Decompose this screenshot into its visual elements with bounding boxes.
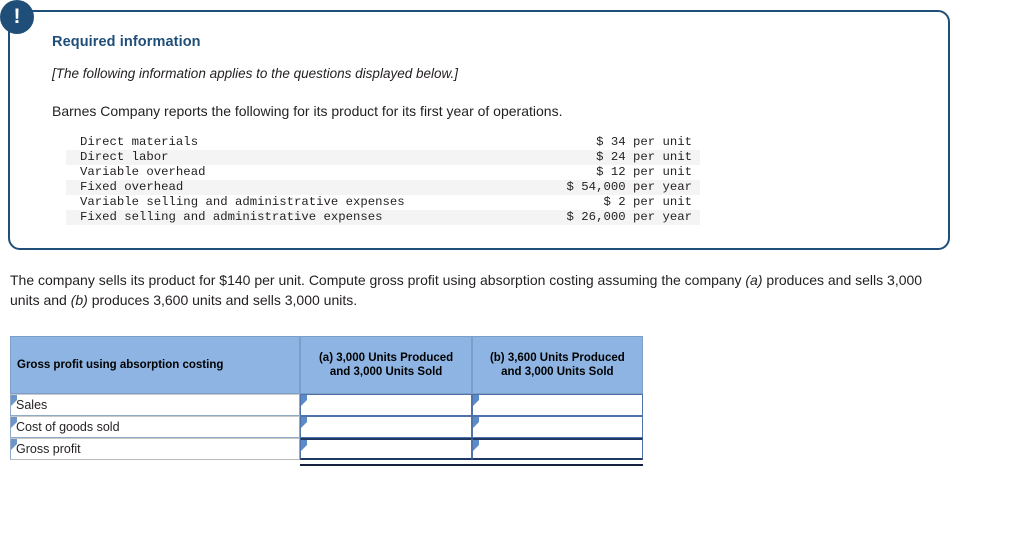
cost-value: $ 34 per unit: [596, 135, 692, 149]
cost-value: $ 24 per unit: [596, 150, 692, 164]
row-label-cost-of-goods-sold[interactable]: Cost of goods sold: [10, 416, 301, 438]
row-label-text: Cost of goods sold: [16, 420, 120, 434]
required-information-panel: Required information [The following info…: [8, 10, 950, 250]
cost-data-table: Direct materials $ 34 per unit Direct la…: [66, 135, 700, 225]
table-row: Fixed selling and administrative expense…: [66, 210, 700, 225]
page-title: Required information: [52, 34, 201, 50]
row-label-gross-profit[interactable]: Gross profit: [10, 438, 301, 460]
header-cell-title: Gross profit using absorption costing: [10, 336, 301, 394]
question-label-a: (a): [745, 272, 763, 288]
header-a-line1: (a) 3,000 Units Produced: [318, 352, 454, 364]
question-part-1: The company sells its product for $140 p…: [10, 272, 746, 288]
header-cell-column-b: (b) 3,600 Units Produced and 3,000 Units…: [471, 336, 643, 394]
cost-table-body: Direct materials $ 34 per unit Direct la…: [66, 135, 700, 225]
cost-value: $ 2 per unit: [603, 195, 692, 209]
cost-label: Variable overhead: [80, 165, 206, 179]
row-label-text: Sales: [16, 398, 48, 412]
panel-content: Required information [The following info…: [52, 34, 934, 225]
gross-profit-answer-table: Gross profit using absorption costing (a…: [10, 336, 643, 460]
cost-value: $ 54,000 per year: [566, 180, 692, 194]
cell-corner-marker-icon: [472, 417, 479, 428]
cell-corner-marker-icon: [301, 395, 308, 406]
cell-corner-marker-icon: [472, 440, 479, 451]
table-row: Direct materials $ 34 per unit: [66, 135, 700, 150]
input-cell-gross-profit-a[interactable]: [300, 438, 472, 460]
row-label-sales[interactable]: Sales: [10, 394, 301, 416]
table-row: Cost of goods sold: [10, 416, 643, 438]
header-b-line2: and 3,000 Units Sold: [501, 366, 614, 378]
answer-table-header: Gross profit using absorption costing (a…: [10, 336, 643, 394]
header-row: Gross profit using absorption costing (a…: [10, 336, 643, 394]
table-bottom-rule: [300, 464, 643, 466]
table-row: Direct labor $ 24 per unit: [66, 150, 700, 165]
answer-table-body: Sales Cost of goods sold Gross profit: [10, 394, 643, 460]
table-row: Fixed overhead $ 54,000 per year: [66, 180, 700, 195]
cost-label: Fixed overhead: [80, 180, 184, 194]
applies-note: [The following information applies to th…: [52, 66, 458, 81]
header-a-line2: and 3,000 Units Sold: [329, 366, 443, 378]
table-row: Variable overhead $ 12 per unit: [66, 165, 700, 180]
question-label-b: (b): [70, 292, 88, 308]
cost-value: $ 26,000 per year: [566, 210, 692, 224]
question-prompt: The company sells its product for $140 p…: [10, 270, 940, 310]
cost-label: Variable selling and administrative expe…: [80, 195, 405, 209]
cell-corner-marker-icon: [301, 440, 308, 451]
question-part-3: produces 3,600 units and sells 3,000 uni…: [87, 292, 358, 308]
intro-sentence: Barnes Company reports the following for…: [52, 103, 563, 119]
cost-label: Direct materials: [80, 135, 199, 149]
cell-corner-marker-icon: [301, 417, 308, 428]
cost-value: $ 12 per unit: [596, 165, 692, 179]
exclamation-glyph: !: [13, 5, 21, 28]
header-cell-column-a: (a) 3,000 Units Produced and 3,000 Units…: [300, 336, 472, 394]
cell-corner-marker-icon: [472, 395, 479, 406]
exclamation-icon: !: [0, 0, 34, 34]
cost-label: Fixed selling and administrative expense…: [80, 210, 383, 224]
table-row: Sales: [10, 394, 643, 416]
table-row: Gross profit: [10, 438, 643, 460]
header-b-line1: (b) 3,600 Units Produced: [489, 352, 625, 364]
input-cell-cogs-a[interactable]: [300, 416, 472, 438]
input-cell-cogs-b[interactable]: [471, 416, 643, 438]
input-cell-sales-a[interactable]: [300, 394, 472, 416]
input-cell-gross-profit-b[interactable]: [471, 438, 643, 460]
table-row: Variable selling and administrative expe…: [66, 195, 700, 210]
row-label-text: Gross profit: [16, 442, 81, 456]
input-cell-sales-b[interactable]: [471, 394, 643, 416]
cost-label: Direct labor: [80, 150, 169, 164]
